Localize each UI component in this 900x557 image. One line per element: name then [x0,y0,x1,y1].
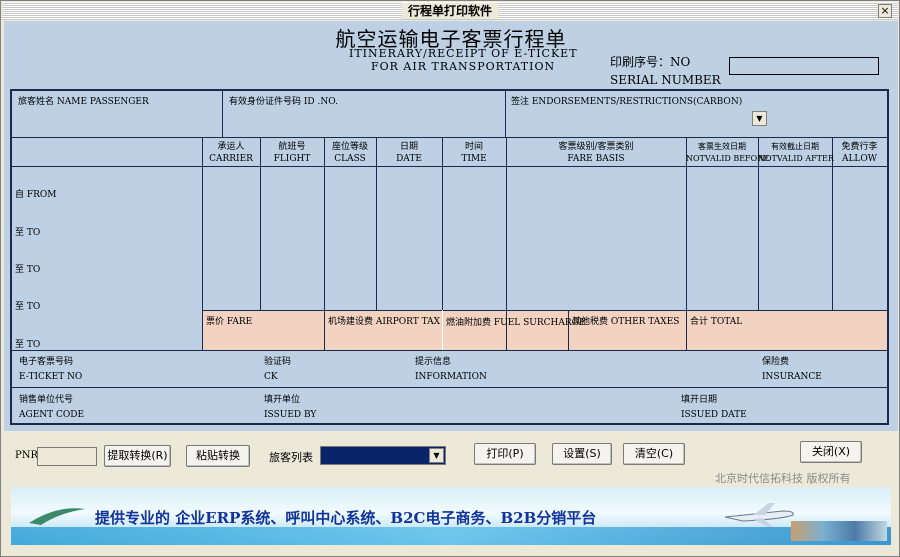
information-label-en: INFORMATION [415,372,487,382]
window-title: 行程单打印软件 [401,3,499,19]
to-label-4: 至 TO [15,340,41,350]
endorsements-label: 签注 ENDORSEMENTS/RESTRICTIONS(CARBON) [511,97,743,107]
total-cell[interactable]: 合计 TOTAL [686,311,887,350]
fare-cell[interactable]: 票价 FARE [202,311,324,350]
to-label-2: 至 TO [15,265,41,275]
form-title-en-line1: ITINERARY/RECEIPT OF E-TICKET [349,47,578,60]
banner-wave [11,527,891,545]
passenger-label: 旅客姓名 NAME PASSENGER [18,97,149,107]
ck-label-cn: 验证码 [264,357,292,367]
app-window: 行程单打印软件 × 航空运输电子客票行程单 ITINERARY/RECEIPT … [0,0,900,557]
not-valid-before-header: 客票生效日期 NOTVALID BEFORE [686,142,770,163]
time-header: 时间 TIME [461,142,487,164]
passenger-list-select[interactable]: ▼ [320,446,446,465]
pnr-input[interactable] [37,447,97,466]
class-header: 座位等级 CLASS [331,142,368,164]
fare-label: 票价 FARE [206,317,253,327]
date-header: 日期 DATE [396,142,422,164]
extract-convert-button[interactable]: 提取转换(R) [104,445,171,467]
serial-number-field[interactable] [729,57,879,75]
advertisement-banner[interactable]: 提供专业的 企业ERP系统、呼叫中心系统、B2C电子商务、B2B分销平台 [11,487,891,545]
itinerary-form: 航空运输电子客票行程单 ITINERARY/RECEIPT OF E-TICKE… [4,21,898,431]
id-number-label: 有效身份证件号码 ID .NO. [229,97,338,107]
to-label-1: 至 TO [15,228,41,238]
paste-convert-button[interactable]: 粘贴转换 [186,445,250,467]
agent-code-label-cn: 销售单位代号 [19,395,74,405]
eticket-label-cn: 电子客票号码 [19,357,74,367]
title-bar[interactable]: 行程单打印软件 × [2,2,898,20]
total-label: 合计 TOTAL [690,317,743,327]
other-taxes-label: 其他税费 OTHER TAXES [572,317,680,327]
carrier-header: 承运人 CARRIER [209,142,253,164]
airplane-icon [724,503,794,527]
passenger-list-label: 旅客列表 [269,451,313,464]
airport-tax-label: 机场建设费 AIRPORT TAX [328,317,441,327]
passenger-list-dropdown-icon[interactable]: ▼ [429,448,444,463]
settings-button[interactable]: 设置(S) [552,443,612,465]
flight-header: 航班号 FLIGHT [273,142,311,164]
close-button[interactable]: 关闭(X) [800,441,862,463]
not-valid-after-header: 有效截止日期 NOTVALID AFTER [758,142,834,163]
fuel-surcharge-label: 燃油附加费 FUEL SURCHARGE [446,318,586,328]
window-close-button[interactable]: × [878,4,892,18]
issued-by-label-en: ISSUED BY [264,410,317,420]
endorsements-dropdown-button[interactable]: ▼ [752,111,767,126]
allow-header: 免费行李 ALLOW [841,142,878,164]
print-button[interactable]: 打印(P) [474,443,536,465]
fare-basis-header: 客票级别/客票类别 FARE BASIS [558,142,634,164]
eticket-label-en: E-TICKET NO [19,372,83,382]
information-label-cn: 提示信息 [415,357,452,367]
serial-label: 印刷序号：NO SERIAL NUMBER [610,53,721,89]
ck-label-en: CK [264,372,278,382]
banner-text: 提供专业的 企业ERP系统、呼叫中心系统、B2C电子商务、B2B分销平台 [95,509,597,527]
other-taxes-cell[interactable]: 其他税费 OTHER TAXES [568,311,686,350]
ticket-table: 旅客姓名 NAME PASSENGER 有效身份证件号码 ID .NO. 签注 … [10,89,889,425]
form-title-en-line2: FOR AIR TRANSPORTATION [371,60,556,73]
pnr-label: PNR [15,450,39,461]
issued-by-label-cn: 填开单位 [264,395,301,405]
serial-label-en: SERIAL NUMBER [610,73,721,87]
banner-thumbnails [791,521,887,541]
insurance-label-en: INSURANCE [762,372,822,382]
agent-code-label-en: AGENT CODE [19,410,85,420]
from-label: 自 FROM [15,190,57,200]
clear-button[interactable]: 清空(C) [623,443,685,465]
form-title-en: ITINERARY/RECEIPT OF E-TICKET FOR AIR TR… [349,47,578,73]
insurance-label-cn: 保险费 [762,357,790,367]
bird-logo-icon [29,508,85,525]
copyright-text: 北京时代信拓科技 版权所有 [715,472,851,485]
issued-date-label-cn: 填开日期 [681,395,718,405]
issued-date-label-en: ISSUED DATE [681,410,747,420]
serial-label-cn: 印刷序号：NO [610,55,691,69]
to-label-3: 至 TO [15,302,41,312]
